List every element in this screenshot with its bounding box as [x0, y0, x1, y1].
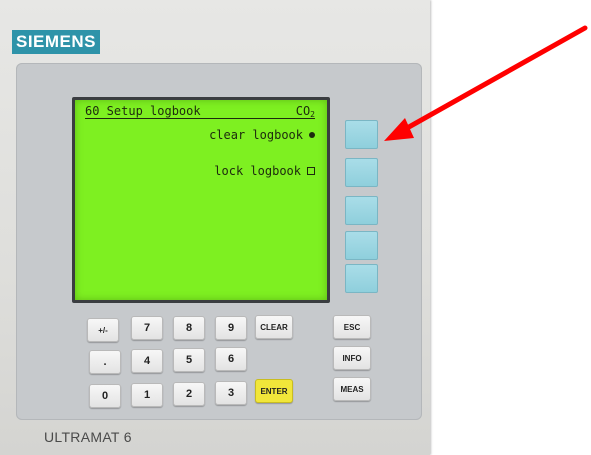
key-3[interactable]: 3 [215, 381, 247, 405]
key-4[interactable]: 4 [131, 349, 163, 373]
analyzer-front-panel: SIEMENS 60 Setup logbook CO2 clear logbo… [0, 0, 430, 455]
key-2[interactable]: 2 [173, 382, 205, 406]
key-8[interactable]: 8 [173, 316, 205, 340]
meas-key[interactable]: MEAS [333, 377, 371, 401]
softkey-1[interactable] [345, 120, 378, 149]
gas-subscript: 2 [310, 110, 315, 119]
gas-main: CO [295, 104, 311, 118]
menu-item-clear-logbook[interactable]: clear logbook [209, 128, 315, 142]
menu-item-lock-logbook[interactable]: lock logbook [214, 164, 315, 178]
key-1[interactable]: 1 [131, 383, 163, 407]
key-0[interactable]: 0 [89, 384, 121, 408]
key-6[interactable]: 6 [215, 347, 247, 371]
key-7[interactable]: 7 [131, 316, 163, 340]
softkey-3[interactable] [345, 196, 378, 225]
display-title: 60 Setup logbook [85, 104, 201, 118]
menu-item-label: lock logbook [214, 164, 301, 178]
key-9[interactable]: 9 [215, 316, 247, 340]
clear-key[interactable]: CLEAR [255, 315, 293, 339]
info-key[interactable]: INFO [333, 346, 371, 370]
plus-minus-key[interactable]: +/- [87, 318, 119, 342]
lcd-display: 60 Setup logbook CO2 clear logbook lock … [72, 97, 330, 303]
menu-item-label: clear logbook [209, 128, 303, 142]
brand-logo: SIEMENS [12, 30, 100, 54]
display-header: 60 Setup logbook CO2 [85, 104, 315, 119]
key-5[interactable]: 5 [173, 348, 205, 372]
selected-dot-icon [309, 132, 315, 138]
enter-key[interactable]: ENTER [255, 379, 293, 403]
softkey-5[interactable] [345, 264, 378, 293]
gas-label: CO2 [296, 104, 315, 119]
softkey-2[interactable] [345, 158, 378, 187]
checkbox-icon [307, 167, 315, 175]
model-name: ULTRAMAT 6 [44, 429, 132, 445]
softkey-4[interactable] [345, 231, 378, 260]
decimal-point-key[interactable]: . [89, 350, 121, 374]
esc-key[interactable]: ESC [333, 315, 371, 339]
